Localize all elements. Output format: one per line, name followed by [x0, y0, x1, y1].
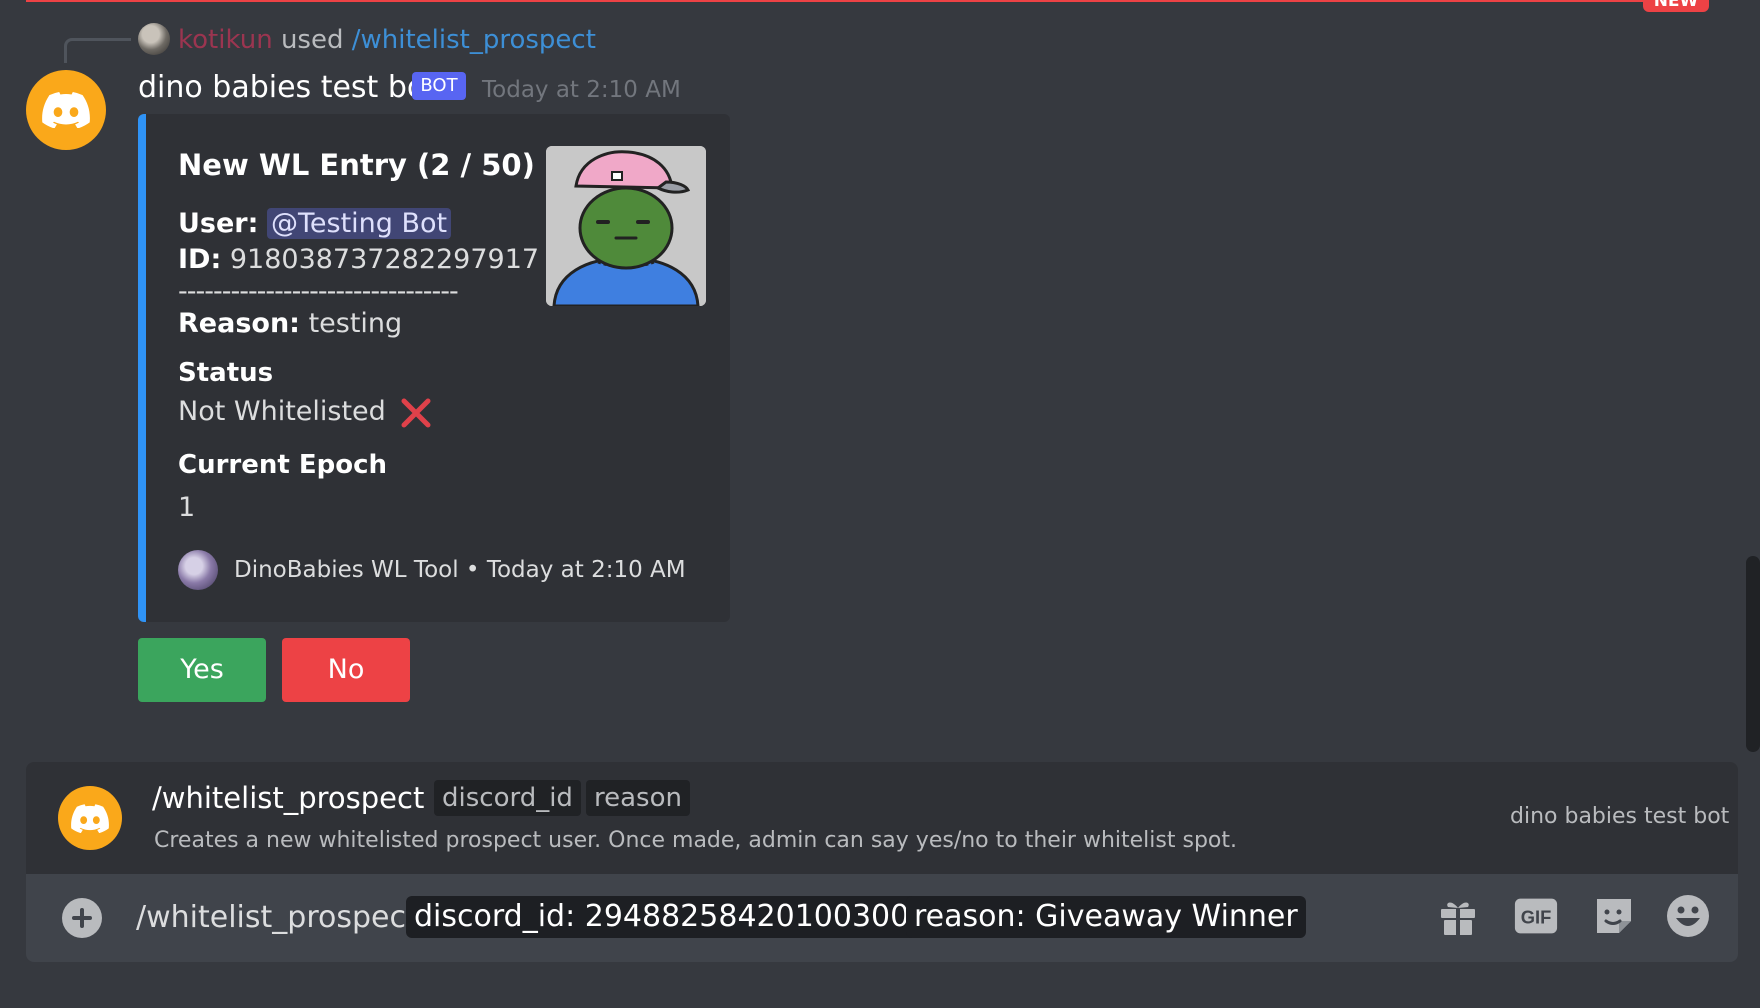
footer-timestamp: Today at 2:10 AM	[486, 557, 686, 583]
field-status-value: Not Whitelisted	[178, 396, 386, 427]
embed-thumbnail[interactable]	[546, 146, 706, 306]
reply-used-text: used	[280, 25, 344, 55]
autocomplete-bot-name: dino babies test bot	[1510, 804, 1730, 829]
message-author[interactable]: dino babies test bot	[138, 68, 437, 108]
param-discord-id-value[interactable]: 294882584201003009	[585, 899, 929, 934]
id-value: 918038737282297917	[229, 244, 540, 275]
autocomplete-command[interactable]: /whitelist_prospect	[152, 778, 424, 818]
field-status-value-line: Not Whitelisted	[178, 396, 432, 429]
autocomplete-option-reason[interactable]: reason	[586, 780, 690, 816]
composer-param-discord-id[interactable]: discord_id: 294882584201003009	[406, 896, 937, 938]
param-reason-label: reason:	[914, 899, 1026, 934]
embed-user-line: User: @Testing Bot	[178, 208, 452, 239]
reply-spine	[64, 38, 131, 63]
param-discord-id-label: discord_id:	[414, 899, 576, 934]
reason-value: testing	[308, 308, 403, 339]
discord-logo-icon	[71, 803, 109, 833]
id-label: ID:	[178, 244, 222, 275]
frog-in-cap-icon	[546, 146, 706, 306]
discord-logo-icon	[42, 92, 90, 128]
footer-text: DinoBabies WL Tool	[234, 557, 459, 583]
new-badge: NEW	[1643, 0, 1709, 12]
footer-author-icon	[178, 550, 218, 590]
message-timestamp[interactable]: Today at 2:10 AM	[482, 74, 681, 106]
field-epoch-value: 1	[178, 492, 196, 523]
embed-id-line: ID: 918038737282297917	[178, 244, 539, 275]
field-epoch-name: Current Epoch	[178, 450, 388, 480]
composer-param-reason[interactable]: reason: Giveaway Winner	[906, 896, 1306, 938]
embed-separator: --------------------------------	[178, 276, 459, 307]
embed-card: New WL Entry (2 / 50) User: @Testing Bot…	[138, 114, 730, 622]
param-reason-value[interactable]: Giveaway Winner	[1035, 899, 1298, 934]
bot-avatar[interactable]	[26, 70, 106, 150]
sticker-icon	[1597, 899, 1631, 933]
footer-separator: •	[465, 557, 480, 583]
gif-button[interactable]: GIF	[1514, 894, 1558, 938]
reply-user-avatar[interactable]	[138, 23, 170, 55]
embed-reason-line: Reason: testing	[178, 308, 402, 339]
reply-username[interactable]: kotikun	[178, 25, 273, 55]
autocomplete-option-discord-id[interactable]: discord_id	[434, 780, 581, 816]
reply-command[interactable]: /whitelist_prospect	[352, 25, 596, 55]
gif-icon: GIF	[1514, 898, 1558, 934]
plus-icon	[72, 908, 92, 928]
bot-tag: BOT	[412, 72, 466, 100]
new-messages-divider	[26, 0, 1708, 2]
user-mention[interactable]: @Testing Bot	[267, 208, 452, 239]
reply-line: kotikun used /whitelist_prospect	[178, 22, 596, 58]
yes-button[interactable]: Yes	[138, 638, 266, 702]
gift-icon	[1441, 902, 1475, 935]
add-attachment-button[interactable]	[62, 898, 102, 938]
chat-scrollbar[interactable]	[1746, 556, 1760, 752]
reason-label: Reason:	[178, 308, 300, 339]
user-label: User:	[178, 208, 259, 239]
gift-button[interactable]	[1436, 894, 1480, 938]
emoji-icon	[1667, 895, 1709, 937]
cross-mark-icon	[401, 398, 431, 427]
embed-title: New WL Entry (2 / 50)	[178, 148, 535, 182]
no-button[interactable]: No	[282, 638, 410, 702]
field-status-name: Status	[178, 358, 274, 388]
emoji-button[interactable]	[1666, 894, 1710, 938]
composer-command[interactable]: /whitelist_prospect	[136, 896, 418, 940]
embed-footer: DinoBabies WL Tool • Today at 2:10 AM	[234, 554, 686, 586]
svg-text:GIF: GIF	[1521, 906, 1552, 927]
autocomplete-bot-avatar	[58, 786, 122, 850]
autocomplete-description: Creates a new whitelisted prospect user.…	[154, 828, 1237, 853]
sticker-button[interactable]	[1592, 894, 1636, 938]
